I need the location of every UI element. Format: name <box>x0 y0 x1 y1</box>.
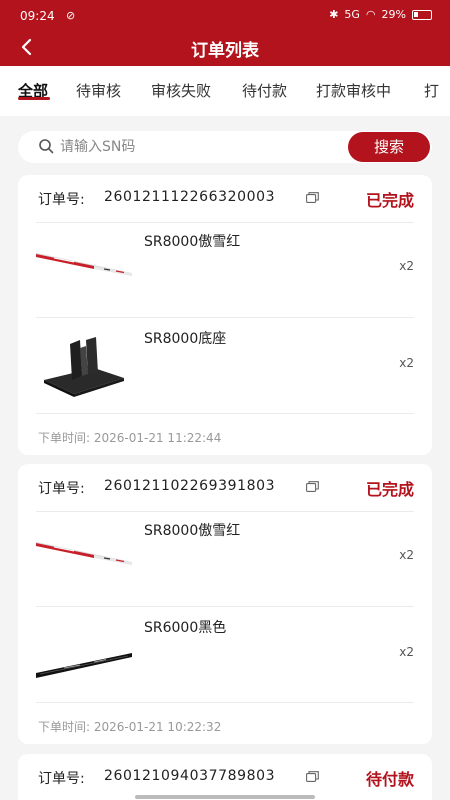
red-shaft-thumbnail <box>36 253 132 276</box>
search-icon <box>39 139 54 154</box>
order-status: 已完成 <box>365 480 414 499</box>
active-tab-indicator <box>18 97 50 100</box>
order-header: 订单号: 260121112266320003 已完成 <box>18 175 432 223</box>
order-time-label: 下单时间: <box>38 431 91 445</box>
divider <box>36 413 414 414</box>
tab-review-failed[interactable]: 审核失败 <box>151 80 211 101</box>
order-number: 260121112266320003 <box>104 189 276 205</box>
product-name: SR8000傲雪红 <box>144 523 241 539</box>
tab-more[interactable]: 打 <box>424 80 439 101</box>
notification-icon: ⊘ <box>66 9 76 22</box>
page-title: 订单列表 <box>191 41 259 61</box>
order-time-value: 2026-01-21 11:22:44 <box>93 431 222 445</box>
tab-pending-review[interactable]: 待审核 <box>76 80 121 101</box>
black-shaft-thumbnail <box>36 653 132 678</box>
order-time: 下单时间: 2026-01-21 11:22:44 <box>38 429 221 446</box>
search-bar: 搜索 <box>18 131 432 163</box>
product-quantity: x2 <box>399 548 414 562</box>
sn-search-input[interactable] <box>60 131 340 163</box>
tab-payment-review[interactable]: 打款审核中 <box>316 80 391 101</box>
product-quantity: x2 <box>399 645 414 659</box>
order-number-label: 订单号: <box>38 771 85 787</box>
order-number: 260121102269391803 <box>104 478 276 494</box>
status-time: 09:24 <box>20 9 55 23</box>
copy-icon[interactable] <box>306 192 319 203</box>
battery-icon <box>412 9 432 20</box>
copy-icon[interactable] <box>306 771 319 782</box>
order-item[interactable]: SR8000傲雪红 x2 <box>18 510 432 606</box>
tab-pending-payment[interactable]: 待付款 <box>242 80 287 101</box>
order-card[interactable]: 订单号: 260121102269391803 已完成 SR8000傲雪红 x2… <box>18 464 432 744</box>
black-stand-thumbnail <box>44 337 124 397</box>
product-quantity: x2 <box>399 356 414 370</box>
status-indicators: ✱ 5G ◠ 29% <box>329 8 432 21</box>
bluetooth-icon: ✱ <box>329 8 339 21</box>
order-header: 订单号: 260121102269391803 已完成 <box>18 464 432 512</box>
product-name: SR6000黑色 <box>144 620 227 636</box>
order-card[interactable]: 订单号: 260121094037789803 待付款 <box>18 754 432 800</box>
divider <box>36 702 414 703</box>
status-bar: 09:24 ⊘ ✱ 5G ◠ 29% <box>0 0 450 30</box>
order-status: 已完成 <box>365 191 414 210</box>
product-name: SR8000傲雪红 <box>144 234 241 250</box>
order-item[interactable]: SR8000傲雪红 x2 <box>18 221 432 317</box>
wifi-icon: ◠ <box>365 8 376 21</box>
order-time: 下单时间: 2026-01-21 10:22:32 <box>38 718 221 735</box>
home-indicator[interactable] <box>135 795 315 799</box>
product-quantity: x2 <box>399 259 414 273</box>
order-number: 260121094037789803 <box>104 768 276 784</box>
order-item[interactable]: SR6000黑色 x2 <box>18 607 432 703</box>
search-button[interactable]: 搜索 <box>348 132 430 162</box>
order-time-value: 2026-01-21 10:22:32 <box>93 720 222 734</box>
title-bar: 订单列表 <box>0 30 450 66</box>
order-time-label: 下单时间: <box>38 720 91 734</box>
order-status-tabs: 全部 待审核 审核失败 待付款 打款审核中 打 <box>0 66 450 116</box>
red-shaft-thumbnail <box>36 542 132 565</box>
product-name: SR8000底座 <box>144 331 227 347</box>
order-status: 待付款 <box>365 770 414 789</box>
order-number-label: 订单号: <box>38 192 85 208</box>
battery-text: 29% <box>381 8 406 21</box>
copy-icon[interactable] <box>306 481 319 492</box>
order-item[interactable]: SR8000底座 x2 <box>18 318 432 414</box>
app-header: 09:24 ⊘ ✱ 5G ◠ 29% 订单列表 <box>0 0 450 66</box>
order-header: 订单号: 260121094037789803 待付款 <box>18 754 432 800</box>
signal-text: 5G <box>344 8 360 21</box>
order-number-label: 订单号: <box>38 481 85 497</box>
order-card[interactable]: 订单号: 260121112266320003 已完成 SR8000傲雪红 x2 <box>18 175 432 455</box>
